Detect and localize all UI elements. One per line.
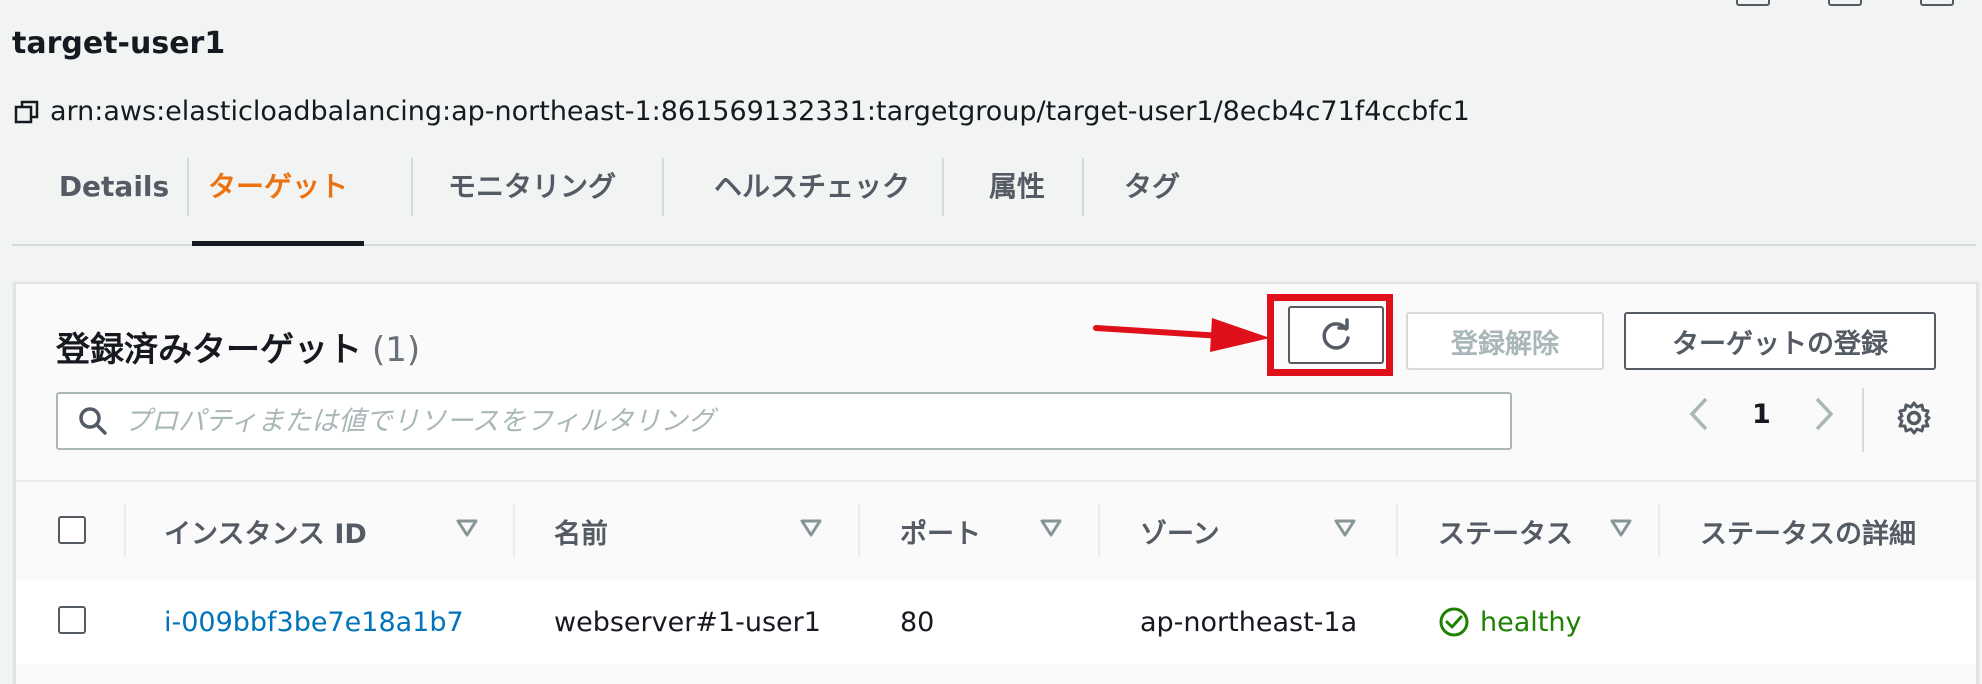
- column-header-name[interactable]: 名前: [554, 482, 608, 580]
- status-badge: healthy: [1438, 580, 1581, 664]
- check-circle-icon: [1439, 607, 1469, 637]
- tab-separator: [942, 158, 944, 216]
- instance-id-link[interactable]: i-009bbf3be7e18a1b7: [164, 580, 464, 664]
- column-header-status-detail[interactable]: ステータスの詳細: [1700, 482, 1916, 580]
- filter-search-box: [56, 392, 1512, 450]
- pagination: 1: [1688, 396, 1835, 432]
- table-header: インスタンス ID 名前 ポート ゾーン ステータス ステータスの詳細: [16, 480, 1976, 582]
- page-title: target-user1: [12, 26, 226, 61]
- chevron-right-icon[interactable]: [1813, 396, 1835, 432]
- copy-icon[interactable]: [14, 99, 40, 125]
- tab-separator: [411, 158, 413, 216]
- sort-triangle-icon[interactable]: [1040, 518, 1062, 538]
- tab-targets[interactable]: ターゲット: [192, 158, 364, 246]
- tab-details[interactable]: Details: [44, 158, 184, 244]
- tab-bar: Details ターゲット モニタリング ヘルスチェック 属性 タグ: [12, 158, 1976, 246]
- target-count: (1): [372, 330, 421, 370]
- sort-triangle-icon[interactable]: [456, 518, 478, 538]
- column-separator: [1658, 504, 1660, 558]
- column-header-status[interactable]: ステータス: [1438, 482, 1573, 580]
- tab-separator: [187, 158, 189, 216]
- search-icon: [79, 407, 107, 435]
- pager-divider: [1862, 388, 1864, 452]
- search-input[interactable]: [122, 404, 1486, 438]
- window-control-icon[interactable]: [1920, 0, 1954, 6]
- column-separator: [124, 504, 126, 558]
- panel-header: 登録済みターゲット (1): [56, 322, 420, 371]
- refresh-icon: [1322, 318, 1350, 350]
- tab-monitoring[interactable]: モニタリング: [432, 158, 632, 244]
- refresh-button[interactable]: [1288, 306, 1384, 364]
- column-header-port[interactable]: ポート: [900, 482, 981, 580]
- register-targets-button[interactable]: ターゲットの登録: [1624, 312, 1936, 370]
- gear-icon[interactable]: [1896, 400, 1932, 436]
- column-header-instance-id[interactable]: インスタンス ID: [164, 482, 367, 580]
- arn-text: arn:aws:elasticloadbalancing:ap-northeas…: [50, 96, 1470, 127]
- tab-health-check[interactable]: ヘルスチェック: [692, 158, 932, 244]
- tab-separator: [1082, 158, 1084, 216]
- column-separator: [858, 504, 860, 558]
- panel-title: 登録済みターゲット: [56, 330, 362, 370]
- annotation-arrow-icon: [1093, 318, 1270, 352]
- status-text: healthy: [1480, 606, 1582, 638]
- target-port: 80: [900, 606, 935, 638]
- page-number[interactable]: 1: [1752, 399, 1771, 430]
- column-separator: [1098, 504, 1100, 558]
- column-separator: [1396, 504, 1398, 558]
- deregister-button[interactable]: 登録解除: [1406, 312, 1604, 370]
- arn-row: arn:aws:elasticloadbalancing:ap-northeas…: [14, 96, 1470, 127]
- window-control-icon[interactable]: [1828, 0, 1862, 6]
- registered-targets-panel: 登録済みターゲット (1) 登録解除 ターゲットの登録 1: [14, 282, 1978, 684]
- tab-attributes[interactable]: 属性: [972, 158, 1062, 244]
- sort-triangle-icon[interactable]: [1610, 518, 1632, 538]
- window-control-icon[interactable]: [1736, 0, 1770, 6]
- column-header-zone[interactable]: ゾーン: [1140, 482, 1220, 580]
- tab-separator: [662, 158, 664, 216]
- sort-triangle-icon[interactable]: [800, 518, 822, 538]
- window-controls: [1736, 0, 1954, 6]
- tab-tags[interactable]: タグ: [1112, 158, 1192, 244]
- column-separator: [513, 504, 515, 558]
- target-name: webserver#1-user1: [554, 606, 821, 638]
- table-row: i-009bbf3be7e18a1b7 webserver#1-user1 80…: [16, 580, 1976, 664]
- select-all-checkbox[interactable]: [58, 516, 86, 544]
- chevron-left-icon[interactable]: [1688, 396, 1710, 432]
- target-zone: ap-northeast-1a: [1140, 606, 1358, 638]
- row-checkbox[interactable]: [58, 606, 86, 634]
- sort-triangle-icon[interactable]: [1334, 518, 1356, 538]
